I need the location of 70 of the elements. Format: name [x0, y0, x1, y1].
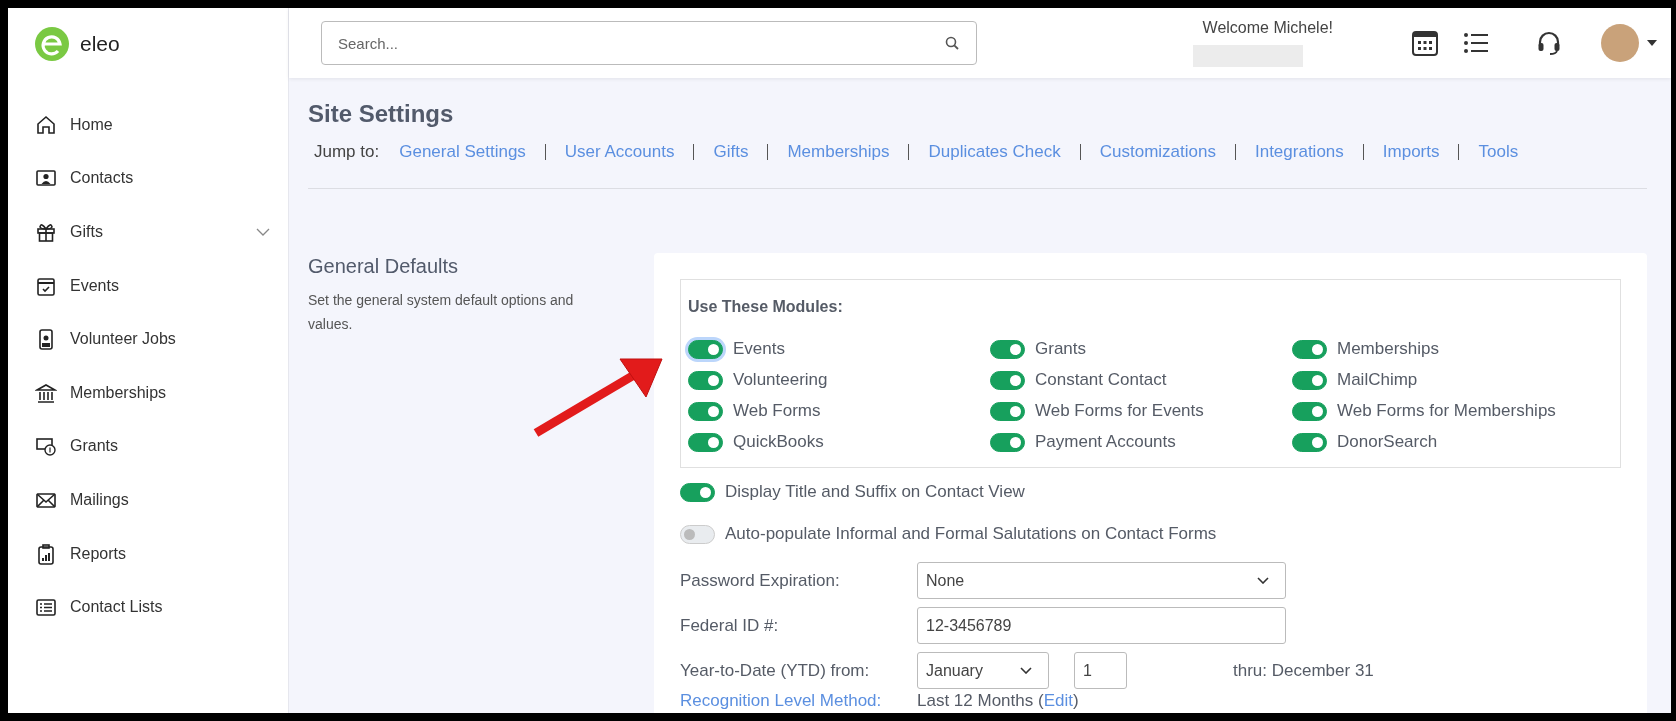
brand-name: eleo — [80, 32, 120, 56]
select-field[interactable]: None — [917, 562, 1286, 599]
toggle-switch[interactable] — [688, 401, 723, 421]
nav-item[interactable]: Contact Lists — [27, 580, 288, 634]
module-label: QuickBooks — [733, 432, 824, 452]
module-label: MailChimp — [1337, 370, 1418, 390]
field-label: Year-to-Date (YTD) from: — [680, 660, 871, 681]
toggle-switch[interactable] — [1292, 432, 1327, 452]
module-label: Constant Contact — [1035, 370, 1167, 390]
module-label: Web Forms for Memberships — [1337, 401, 1556, 421]
toggle-switch[interactable] — [990, 432, 1025, 452]
month-select[interactable]: January — [917, 652, 1049, 689]
modules-heading: Use These Modules: — [688, 298, 844, 316]
toggle-switch[interactable] — [688, 370, 723, 390]
toggle-switch[interactable] — [680, 482, 715, 502]
module-label: Web Forms — [733, 401, 821, 421]
module-label: DonorSearch — [1337, 432, 1438, 452]
list-icon[interactable] — [1463, 32, 1489, 54]
chevron-icon — [1257, 577, 1269, 584]
module-label: Events — [733, 339, 785, 359]
toggle-switch[interactable] — [688, 339, 723, 359]
nav-item[interactable]: Grants — [27, 419, 288, 474]
search-field[interactable]: Search... — [321, 21, 977, 65]
section-title: General Defaults — [308, 255, 460, 278]
nav-item[interactable]: Contacts — [27, 151, 288, 206]
toggle-switch[interactable] — [990, 339, 1025, 359]
toggle-label: Auto-populate Informal and Formal Salutations on Contact Forms — [725, 524, 1217, 544]
module-label: Web Forms for Events — [1035, 401, 1204, 421]
building-icon — [35, 381, 57, 404]
nav-item[interactable]: Home — [27, 98, 288, 152]
toggle-label: Display Title and Suffix on Contact View — [725, 482, 1025, 502]
welcome-text: Welcome Michele! — [1202, 19, 1333, 37]
money-icon — [35, 435, 57, 458]
toggle-switch[interactable] — [990, 370, 1025, 390]
nav-item[interactable]: Memberships — [27, 365, 288, 420]
search-icon — [945, 36, 959, 50]
headset-icon[interactable] — [1537, 30, 1561, 56]
module-label: Payment Accounts — [1035, 432, 1176, 452]
list-icon — [35, 596, 57, 619]
toggle-switch[interactable] — [1292, 339, 1327, 359]
avatar[interactable] — [1601, 24, 1639, 62]
nav-item[interactable]: Events — [27, 258, 288, 313]
toggle-switch[interactable] — [1292, 370, 1327, 390]
module-label: Memberships — [1337, 339, 1440, 359]
calendar-icon[interactable] — [1411, 29, 1439, 57]
toggle-switch[interactable] — [1292, 401, 1327, 421]
field-label: Federal ID #: — [680, 615, 780, 636]
page-title: Site Settings — [308, 100, 455, 128]
date-range-text: thru: December 31 — [1233, 660, 1374, 681]
home-icon — [35, 113, 57, 136]
module-label: Volunteering — [733, 370, 828, 390]
nav-item[interactable]: Mailings — [27, 473, 288, 527]
nav-item[interactable]: Volunteer Jobs — [27, 312, 288, 366]
report-icon — [35, 542, 57, 565]
section-description: Set the general system default options and values. — [308, 291, 575, 334]
toggle-switch[interactable] — [990, 401, 1025, 421]
input-field[interactable]: 12-3456789 — [917, 607, 1286, 644]
logo-icon — [34, 26, 70, 62]
caret-icon[interactable] — [1647, 40, 1657, 46]
gift-icon — [35, 221, 57, 243]
day-field[interactable]: 1 — [1074, 652, 1127, 689]
jump-label: Jump to: — [314, 142, 380, 162]
module-label: Grants — [1035, 339, 1087, 359]
recognition-value: Last 12 Months (Edit) — [917, 691, 1079, 711]
nav-item[interactable]: Gifts — [27, 205, 288, 259]
field-label: Password Expiration: — [680, 570, 841, 591]
chevron-icon — [1020, 667, 1032, 674]
toggle-switch[interactable] — [688, 432, 723, 452]
nav-item[interactable]: Reports — [27, 526, 288, 581]
toggle-switch[interactable] — [680, 524, 715, 544]
